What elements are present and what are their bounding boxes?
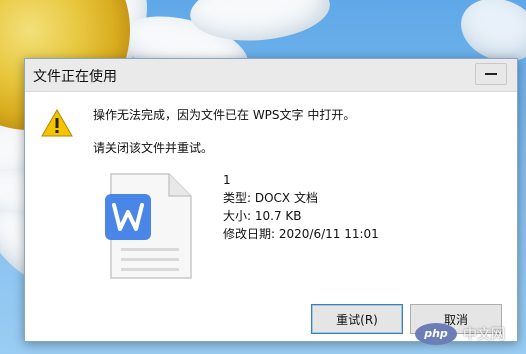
dialog-title: 文件正在使用: [33, 69, 117, 85]
file-modified-date: 修改日期: 2020/6/11 11:01: [223, 227, 379, 241]
warning-icon: [41, 109, 73, 137]
file-in-use-dialog: 文件正在使用 操作无法完成，因为文件已在 WPS文字 中打开。 请关闭该文件并重…: [24, 58, 518, 342]
dialog-titlebar: 文件正在使用: [25, 59, 517, 92]
wps-writer-document-icon: [105, 173, 192, 279]
php-logo: php: [415, 322, 457, 345]
file-details: 1 类型: DOCX 文档 大小: 10.7 KB 修改日期: 2020/6/1…: [223, 171, 379, 243]
watermark-text: 中文网: [463, 326, 505, 343]
file-type: 类型: DOCX 文档: [223, 191, 318, 205]
minimize-button[interactable]: [475, 63, 507, 85]
file-size: 大小: 10.7 KB: [223, 209, 302, 223]
error-message: 操作无法完成，因为文件已在 WPS文字 中打开。: [93, 108, 356, 122]
retry-button[interactable]: 重试(R): [311, 304, 403, 334]
instruction-message: 请关闭该文件并重试。: [93, 141, 214, 155]
php-cn-watermark: php 中文网: [409, 313, 526, 354]
file-name: 1: [223, 173, 231, 187]
